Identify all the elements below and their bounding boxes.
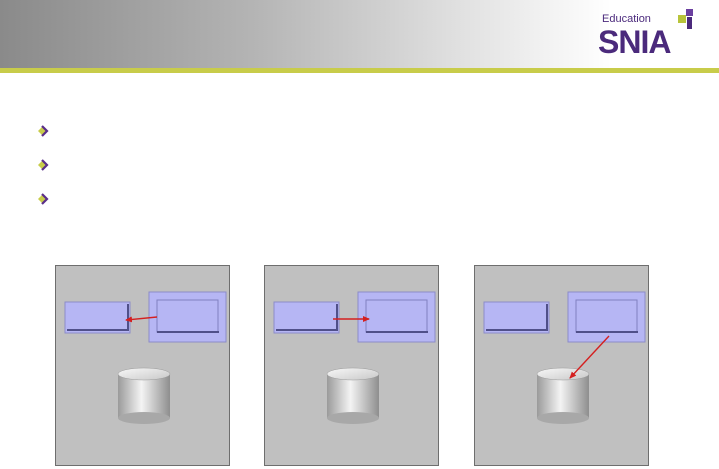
diagram-panel-3 [474,265,649,466]
chevron-bullet-icon [38,125,49,137]
bullet-item [36,114,62,148]
diagram-panel-1 [55,265,230,466]
storage-cylinder-icon [117,367,171,424]
diagram-panel-2 [264,265,439,466]
header-rule [0,68,719,73]
storage-cylinder-icon [536,367,590,424]
logo-squares-icon [678,9,693,29]
bullet-list [36,114,62,216]
left-memory-box [273,301,340,334]
right-memory-box [567,291,646,343]
left-memory-box [483,301,550,334]
right-memory-box [357,291,436,343]
left-memory-box [64,301,131,334]
bullet-item [36,182,62,216]
slide: Education SNIA [0,0,719,469]
chevron-bullet-icon [38,159,49,171]
chevron-bullet-icon [38,193,49,205]
storage-cylinder-icon [326,367,380,424]
right-memory-box [148,291,227,343]
bullet-item [36,148,62,182]
snia-education-logo: Education SNIA [598,8,698,62]
logo-snia-text: SNIA [598,24,671,60]
